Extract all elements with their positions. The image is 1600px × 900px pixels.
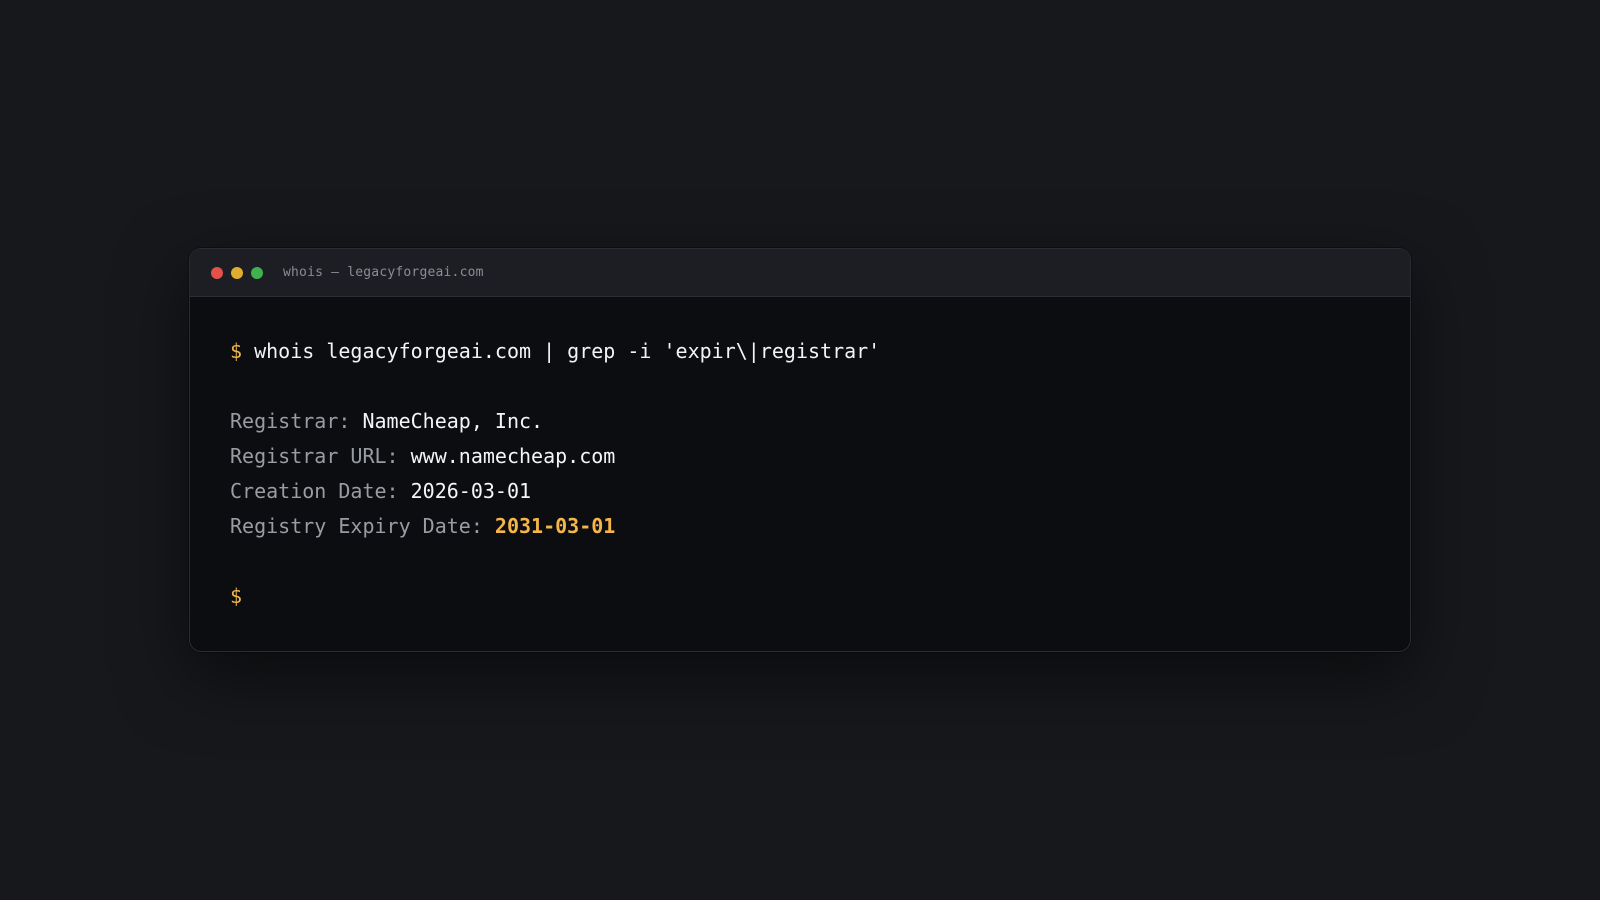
output-line-registrar-url: Registrar URL: www.namecheap.com [230, 439, 1410, 474]
output-key: Registrar URL: [230, 444, 399, 468]
output-line-creation-date: Creation Date: 2026-03-01 [230, 474, 1410, 509]
expiry-date-value: 2031-03-01 [494, 514, 616, 538]
terminal-window: whois — legacyforgeai.com $ whois legacy… [189, 248, 1411, 652]
output-key: Registrar: [230, 409, 351, 433]
terminal-output[interactable]: $ whois legacyforgeai.com | grep -i 'exp… [190, 297, 1410, 614]
command-line: $ whois legacyforgeai.com | grep -i 'exp… [230, 334, 1410, 369]
command-text: whois legacyforgeai.com | grep -i 'expir… [254, 339, 881, 363]
minimize-window-button[interactable] [231, 266, 243, 279]
window-titlebar[interactable]: whois — legacyforgeai.com [190, 249, 1410, 297]
output-line-expiry-date: Registry Expiry Date: 2031-03-01 [230, 509, 1410, 544]
output-value: 2026-03-01 [410, 479, 532, 503]
close-window-button[interactable] [211, 266, 223, 279]
output-key: Registry Expiry Date: [230, 514, 483, 538]
output-line-registrar: Registrar: NameCheap, Inc. [230, 404, 1410, 439]
prompt-symbol: $ [230, 584, 243, 608]
output-value: NameCheap, Inc. [362, 409, 544, 433]
window-title: whois — legacyforgeai.com [283, 265, 484, 280]
final-prompt-line[interactable]: $ [230, 579, 1410, 614]
prompt-symbol: $ [230, 339, 243, 363]
maximize-window-button[interactable] [251, 266, 263, 279]
output-value: www.namecheap.com [410, 444, 616, 468]
output-key: Creation Date: [230, 479, 399, 503]
